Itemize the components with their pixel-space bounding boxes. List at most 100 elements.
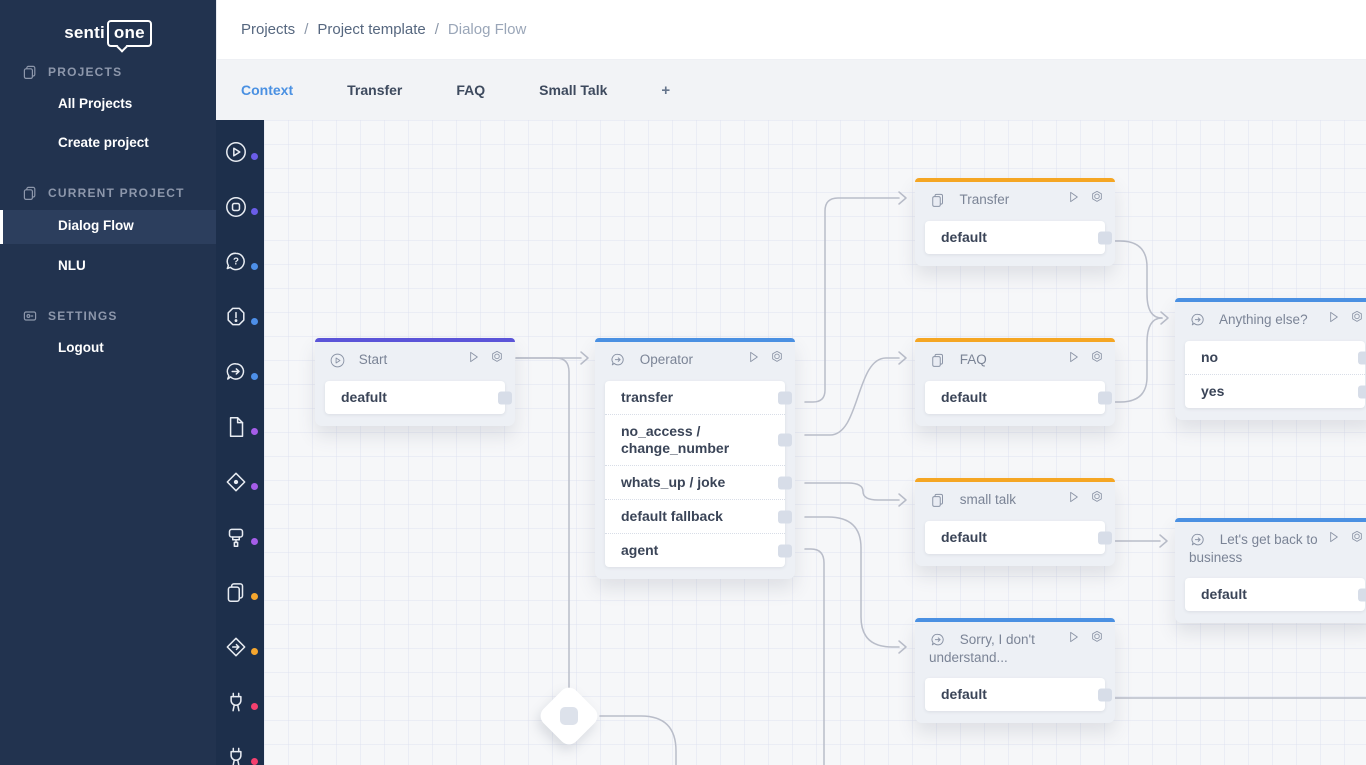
- item-label: deafult: [341, 389, 387, 405]
- node-item[interactable]: no: [1185, 341, 1365, 374]
- node-item[interactable]: whats_up / joke: [605, 465, 785, 499]
- output-port[interactable]: [1358, 351, 1366, 364]
- node-settings-icon[interactable]: [1089, 629, 1105, 645]
- node-settings-icon[interactable]: [1089, 489, 1105, 505]
- tool-help-bubble[interactable]: ?: [216, 246, 264, 286]
- node-item[interactable]: no_access / change_number: [605, 414, 785, 465]
- node-item[interactable]: agent: [605, 533, 785, 567]
- node-item[interactable]: deafult: [325, 381, 505, 414]
- diamond-core: [560, 707, 578, 725]
- flow-canvas[interactable]: Start deafult Operator transf: [264, 120, 1366, 765]
- run-node-icon[interactable]: [1066, 189, 1082, 205]
- item-label: yes: [1201, 383, 1224, 399]
- output-port[interactable]: [778, 476, 792, 489]
- tab-transfer[interactable]: Transfer: [347, 82, 402, 98]
- item-label: whats_up / joke: [621, 474, 725, 490]
- node-item[interactable]: default: [925, 521, 1105, 554]
- tool-diamond-arrow[interactable]: [216, 631, 264, 671]
- tab-faq[interactable]: FAQ: [456, 82, 485, 98]
- node-settings-icon[interactable]: [489, 349, 505, 365]
- logo-bubble-tail: [116, 41, 127, 52]
- tool-alert-octagon[interactable]: [216, 301, 264, 341]
- output-port[interactable]: [778, 434, 792, 447]
- add-tab-button[interactable]: +: [661, 82, 670, 99]
- run-node-icon[interactable]: [1066, 629, 1082, 645]
- run-node-icon[interactable]: [1066, 489, 1082, 505]
- node-small-talk[interactable]: small talk default: [915, 478, 1115, 566]
- file-icon: [223, 414, 249, 440]
- diamond-arrow-icon: [223, 634, 249, 660]
- tab-small-talk[interactable]: Small Talk: [539, 82, 607, 98]
- tool-plug[interactable]: [216, 686, 264, 726]
- sidebar-item-all-projects[interactable]: All Projects: [58, 96, 132, 111]
- tool-copy-cards[interactable]: [216, 576, 264, 616]
- arrowhead: [899, 494, 906, 506]
- node-header: Let's get back to business: [1175, 518, 1366, 575]
- output-port[interactable]: [498, 391, 512, 404]
- tool-diamond-dot[interactable]: [216, 466, 264, 506]
- sidebar-item-dialog-flow[interactable]: Dialog Flow: [0, 210, 216, 244]
- node-transfer[interactable]: Transfer default: [915, 178, 1115, 266]
- sidebar-item-label: Dialog Flow: [58, 218, 134, 233]
- node-item[interactable]: transfer: [605, 381, 785, 414]
- output-port[interactable]: [1358, 385, 1366, 398]
- run-node-icon[interactable]: [1326, 529, 1342, 545]
- node-item[interactable]: default: [925, 678, 1105, 711]
- run-node-icon[interactable]: [1326, 309, 1342, 325]
- node-settings-icon[interactable]: [769, 349, 785, 365]
- node-title: FAQ: [960, 352, 987, 367]
- node-faq[interactable]: FAQ default: [915, 338, 1115, 426]
- tab-context[interactable]: Context: [241, 82, 293, 98]
- output-port[interactable]: [1098, 231, 1112, 244]
- output-port[interactable]: [1358, 588, 1366, 601]
- output-port[interactable]: [1098, 531, 1112, 544]
- stop-circle-icon: [223, 194, 249, 220]
- node-item[interactable]: yes: [1185, 374, 1365, 408]
- node-settings-icon[interactable]: [1349, 309, 1365, 325]
- dialog-flow-app: sentione PROJECTS All Projects Create pr…: [0, 0, 1366, 765]
- node-operator[interactable]: Operator transfer no_access / change_num…: [595, 338, 795, 579]
- node-title: Anything else?: [1219, 312, 1308, 327]
- node-settings-icon[interactable]: [1349, 529, 1365, 545]
- edge-transfer-out: [805, 198, 899, 402]
- node-item[interactable]: default: [925, 221, 1105, 254]
- tool-stop-circle[interactable]: [216, 191, 264, 231]
- breadcrumb-projects[interactable]: Projects: [241, 21, 295, 38]
- run-node-icon[interactable]: [746, 349, 762, 365]
- pages-icon: [22, 64, 38, 80]
- tool-chat-forward[interactable]: [216, 356, 264, 396]
- run-node-icon[interactable]: [1066, 349, 1082, 365]
- node-settings-icon[interactable]: [1089, 349, 1105, 365]
- node-settings-icon[interactable]: [1089, 189, 1105, 205]
- sidebar-item-create-project[interactable]: Create project: [58, 135, 149, 150]
- node-item[interactable]: default: [1185, 578, 1365, 611]
- sidebar-item-logout[interactable]: Logout: [58, 340, 104, 355]
- node-anything-else[interactable]: Anything else? no yes: [1175, 298, 1366, 420]
- node-header: Start: [315, 338, 515, 378]
- item-label: default: [1201, 586, 1247, 602]
- output-port[interactable]: [1098, 688, 1112, 701]
- node-item[interactable]: default: [925, 381, 1105, 414]
- breadcrumb-project-template[interactable]: Project template: [317, 21, 425, 38]
- node-lets-get-back[interactable]: Let's get back to business default: [1175, 518, 1366, 623]
- sentione-logo: sentione: [0, 20, 216, 47]
- tool-play-circle[interactable]: [216, 136, 264, 176]
- paint-roller-icon: [223, 524, 249, 550]
- run-node-icon[interactable]: [466, 349, 482, 365]
- tool-paint-roller[interactable]: [216, 521, 264, 561]
- junction-diamond[interactable]: [538, 685, 600, 747]
- output-port[interactable]: [778, 510, 792, 523]
- sidebar-item-nlu[interactable]: NLU: [58, 258, 86, 273]
- node-sorry[interactable]: Sorry, I don't understand... default: [915, 618, 1115, 723]
- tool-plug-2[interactable]: [216, 741, 264, 765]
- node-item[interactable]: default fallback: [605, 499, 785, 533]
- chat-forward-icon: [1189, 531, 1207, 549]
- edge-agent-out: [805, 549, 824, 765]
- output-port[interactable]: [778, 391, 792, 404]
- output-port[interactable]: [1098, 391, 1112, 404]
- output-port[interactable]: [778, 544, 792, 557]
- palette-dot: [251, 538, 258, 545]
- node-start[interactable]: Start deafult: [315, 338, 515, 426]
- node-palette-rail: ?: [216, 120, 264, 765]
- tool-file[interactable]: [216, 411, 264, 451]
